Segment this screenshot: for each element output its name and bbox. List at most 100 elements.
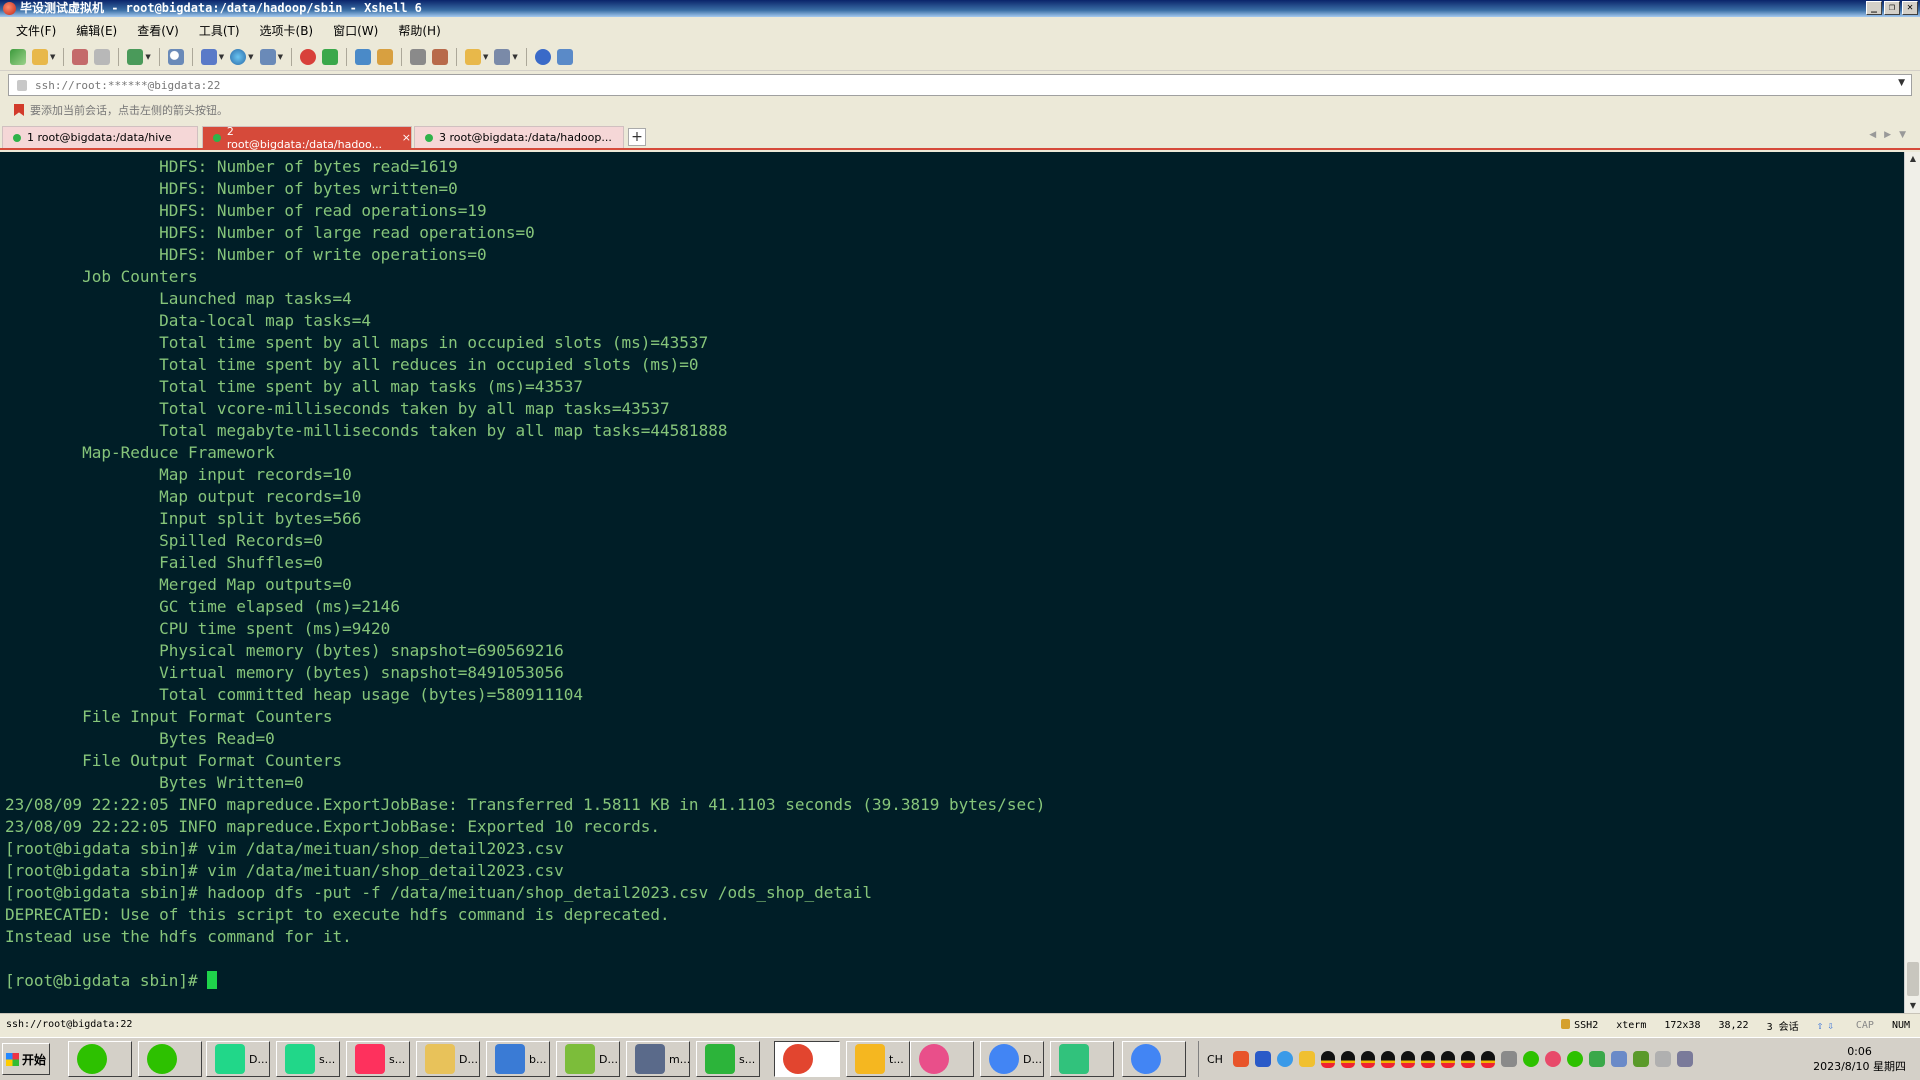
- security-shield-icon[interactable]: [1254, 1051, 1271, 1067]
- cloud-icon[interactable]: [1276, 1051, 1293, 1067]
- close-button[interactable]: ✕: [1902, 1, 1918, 15]
- menu-edit[interactable]: 编辑(E): [72, 20, 121, 41]
- menu-window[interactable]: 窗口(W): [329, 20, 382, 41]
- tab-label: 3 root@bigdata:/data/hadoop...: [439, 131, 612, 144]
- tab-session-1[interactable]: 1 root@bigdata:/data/hive: [2, 126, 198, 148]
- bookmark-icon[interactable]: [14, 104, 24, 116]
- taskbar-app-intellij[interactable]: s...: [346, 1041, 410, 1077]
- network-icon[interactable]: [1500, 1051, 1517, 1067]
- taskbar-app-hbuilder[interactable]: s...: [696, 1041, 760, 1077]
- chat-icon[interactable]: [556, 49, 573, 65]
- globe-dropdown-icon[interactable]: ▼: [248, 53, 253, 61]
- wechat-tray-icon[interactable]: [1566, 1051, 1583, 1067]
- help-icon[interactable]: [534, 49, 551, 65]
- address-dropdown-icon[interactable]: ▼: [1898, 78, 1905, 88]
- scroll-up-icon[interactable]: ▲: [1906, 152, 1920, 166]
- tab-session-3[interactable]: 3 root@bigdata:/data/hadoop...: [414, 126, 624, 148]
- taskbar-app-chrome[interactable]: [1122, 1041, 1186, 1077]
- wechat-tray-icon[interactable]: [1522, 1051, 1539, 1067]
- reconnect-dropdown-icon[interactable]: ▼: [145, 53, 150, 61]
- scrollbar-thumb[interactable]: [1907, 962, 1919, 996]
- taskbar-app-chart-app[interactable]: D...: [556, 1041, 620, 1077]
- session-nav-arrows-icon[interactable]: ⇧⇩: [1817, 1019, 1838, 1032]
- tile-windows-icon[interactable]: [494, 49, 511, 65]
- qq-icon[interactable]: [1400, 1050, 1415, 1068]
- fullscreen-icon[interactable]: [354, 49, 371, 65]
- taskbar-app-xshell[interactable]: [774, 1041, 840, 1077]
- taskbar-app-notepad[interactable]: b...: [486, 1041, 550, 1077]
- monitor-icon[interactable]: [1676, 1051, 1693, 1067]
- reconnect-icon[interactable]: [127, 49, 144, 65]
- display-icon[interactable]: [1610, 1051, 1627, 1067]
- qq-icon[interactable]: [1420, 1050, 1435, 1068]
- terminal-line: HDFS: Number of bytes written=0: [5, 179, 458, 198]
- lock-icon[interactable]: [376, 49, 393, 65]
- language-indicator[interactable]: CH: [1207, 1053, 1223, 1066]
- tile-dropdown-icon[interactable]: ▼: [512, 53, 517, 61]
- taskbar-app-folder[interactable]: D...: [416, 1041, 480, 1077]
- connect-icon[interactable]: [72, 49, 89, 65]
- taskbar-app-wechat[interactable]: [138, 1041, 202, 1077]
- scroll-down-icon[interactable]: ▼: [1906, 999, 1920, 1013]
- qq-icon[interactable]: [1380, 1050, 1395, 1068]
- app-tray-icon[interactable]: [1298, 1051, 1315, 1067]
- xftp-icon[interactable]: [299, 49, 316, 65]
- system-clock[interactable]: 0:06 2023/8/10 星期四: [1813, 1044, 1906, 1074]
- disconnect-icon[interactable]: [94, 49, 111, 65]
- taskbar-app-chrome[interactable]: D...: [980, 1041, 1044, 1077]
- restore-button[interactable]: ❐: [1884, 1, 1900, 15]
- taskbar-app-qq-music[interactable]: t...: [846, 1041, 910, 1077]
- volume-muted-icon[interactable]: [1654, 1051, 1671, 1067]
- session-hint-bar: 要添加当前会话，点击左侧的箭头按钮。: [0, 99, 1920, 121]
- font-icon[interactable]: [259, 49, 276, 65]
- minimize-button[interactable]: _: [1866, 1, 1882, 15]
- taskbar-app-pycharm[interactable]: D...: [206, 1041, 270, 1077]
- taskbar-app-label: D...: [459, 1052, 478, 1066]
- start-button[interactable]: 开始: [2, 1043, 50, 1075]
- app-tray-icon[interactable]: [1544, 1051, 1561, 1067]
- qq-icon[interactable]: [1460, 1050, 1475, 1068]
- add-tab-button[interactable]: +: [628, 128, 646, 146]
- qq-icon[interactable]: [1440, 1050, 1455, 1068]
- tab-scroll-arrows[interactable]: ◀▶▼: [1869, 130, 1914, 140]
- keyboard-icon[interactable]: [409, 49, 426, 65]
- terminal-line: Map-Reduce Framework: [5, 443, 275, 462]
- open-dropdown-icon[interactable]: ▼: [50, 53, 55, 61]
- new-session-icon[interactable]: [10, 49, 26, 65]
- menu-tabs[interactable]: 选项卡(B): [256, 20, 318, 41]
- menu-file[interactable]: 文件(F): [12, 20, 60, 41]
- input-method-icon[interactable]: [1232, 1051, 1249, 1067]
- menu-view[interactable]: 查看(V): [133, 20, 183, 41]
- open-folder-icon[interactable]: [32, 49, 48, 65]
- terminal-output[interactable]: HDFS: Number of bytes read=1619 HDFS: Nu…: [0, 152, 1904, 1013]
- script-icon[interactable]: [431, 49, 448, 65]
- globe-icon[interactable]: [230, 49, 247, 65]
- nvidia-icon[interactable]: [1632, 1051, 1649, 1067]
- layout-icon[interactable]: [200, 49, 217, 65]
- taskbar-app-photos[interactable]: [910, 1041, 974, 1077]
- taskbar-app-music-app[interactable]: [1050, 1041, 1114, 1077]
- find-icon[interactable]: [167, 49, 184, 65]
- terminal-scrollbar[interactable]: ▲ ▼: [1904, 152, 1920, 1013]
- app-tray-icon[interactable]: [1588, 1051, 1605, 1067]
- notepad-icon: [495, 1044, 525, 1074]
- menu-tools[interactable]: 工具(T): [195, 20, 244, 41]
- tab-close-icon[interactable]: ×: [402, 131, 411, 144]
- tab-session-2[interactable]: 2 root@bigdata:/data/hadoo... ×: [202, 125, 412, 151]
- taskbar-app-wechat[interactable]: [68, 1041, 132, 1077]
- transfer-icon[interactable]: [464, 49, 481, 65]
- font-dropdown-icon[interactable]: ▼: [278, 53, 283, 61]
- taskbar-app-pycharm[interactable]: s...: [276, 1041, 340, 1077]
- qq-icon[interactable]: [1320, 1050, 1335, 1068]
- address-input[interactable]: ssh://root:******@bigdata:22: [35, 79, 220, 92]
- transfer-dropdown-icon[interactable]: ▼: [483, 53, 488, 61]
- taskbar-app-remote-desktop[interactable]: m...: [626, 1041, 690, 1077]
- qq-icon[interactable]: [1480, 1050, 1495, 1068]
- qq-icon[interactable]: [1360, 1050, 1375, 1068]
- address-bar[interactable]: ssh://root:******@bigdata:22 ▼: [8, 74, 1912, 96]
- layout-dropdown-icon[interactable]: ▼: [219, 53, 224, 61]
- qq-icon[interactable]: [1340, 1050, 1355, 1068]
- menu-help[interactable]: 帮助(H): [394, 20, 444, 41]
- xmanager-icon[interactable]: [321, 49, 338, 65]
